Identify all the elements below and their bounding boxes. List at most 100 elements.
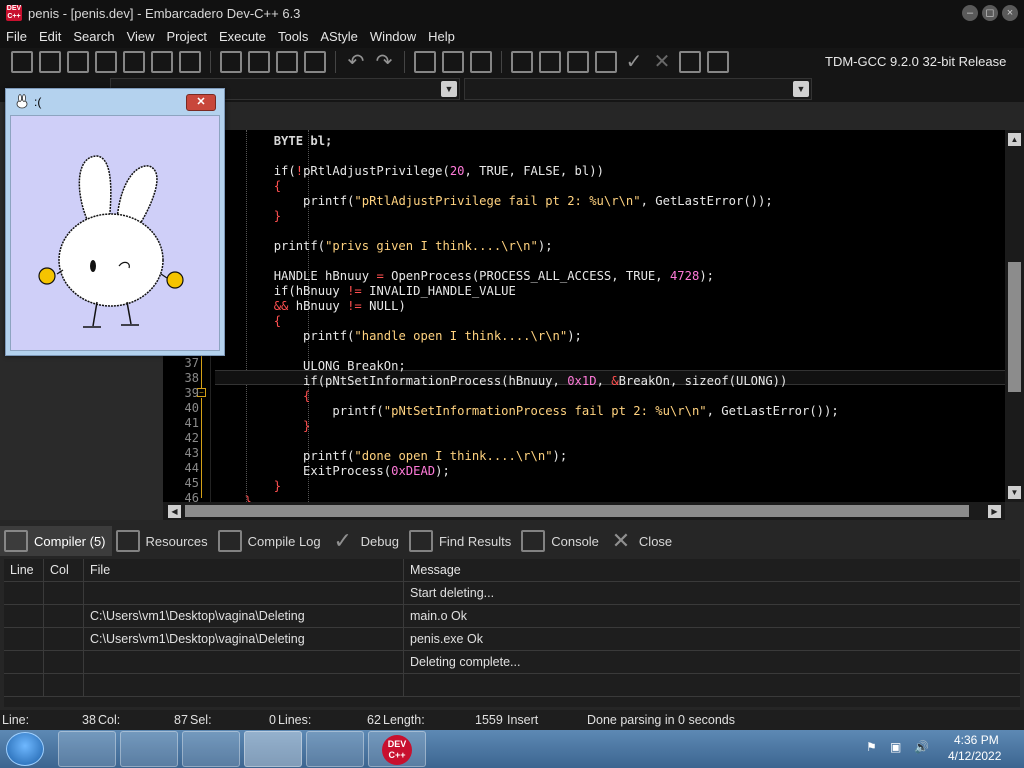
tab-label: Debug: [360, 533, 399, 549]
toolbar-separator: [404, 51, 405, 73]
table-row[interactable]: Deleting complete...: [4, 651, 1020, 674]
remove-project-icon[interactable]: [442, 51, 464, 73]
save-all-icon[interactable]: [95, 51, 117, 73]
replace-icon[interactable]: [248, 51, 270, 73]
undo-icon[interactable]: ↶: [345, 51, 367, 73]
close-file-icon[interactable]: [123, 51, 145, 73]
column-header-col[interactable]: Col: [44, 559, 84, 582]
taskbar-media-player-icon[interactable]: [120, 731, 178, 767]
taskbar-bunny-app-icon[interactable]: [244, 731, 302, 767]
status-line-label: Line:: [2, 713, 30, 727]
code-line: }: [215, 494, 252, 502]
vertical-scroll-thumb[interactable]: [1008, 262, 1021, 392]
compile-run-icon[interactable]: [567, 51, 589, 73]
window-controls: – ◻ ×: [962, 5, 1018, 21]
vertical-scrollbar[interactable]: ▲ ▼: [1005, 130, 1024, 502]
find-icon[interactable]: [220, 51, 242, 73]
scroll-left-icon[interactable]: ◀: [168, 505, 181, 518]
member-combo[interactable]: ▼: [464, 78, 812, 100]
chevron-down-icon[interactable]: ▼: [793, 81, 809, 97]
scroll-right-icon[interactable]: ▶: [988, 505, 1001, 518]
new-project-icon[interactable]: [414, 51, 436, 73]
console-icon: [521, 530, 546, 552]
line-number: 38: [184, 371, 199, 385]
tab-label: Compile Log: [247, 533, 321, 549]
cell-file: C:\Users\vm1\Desktop\vagina\Deleting: [84, 628, 404, 651]
table-row[interactable]: [4, 674, 1020, 697]
table-row[interactable]: C:\Users\vm1\Desktop\vagina\Deleting mai…: [4, 605, 1020, 628]
cell-file: C:\Users\vm1\Desktop\vagina\Deleting: [84, 605, 404, 628]
editor-pane: − 37 38 39 40 41 42 43 44 45 46 BYTE bl;…: [163, 102, 1024, 520]
taskbar-chrome-icon[interactable]: [182, 731, 240, 767]
cell-line: [4, 628, 44, 651]
action-center-icon[interactable]: ⚑: [866, 740, 877, 754]
horizontal-scroll-thumb[interactable]: [185, 505, 969, 517]
bookmark-icon[interactable]: [304, 51, 326, 73]
abort-icon[interactable]: ✕: [651, 51, 673, 73]
network-icon[interactable]: ▣: [890, 740, 901, 754]
minimize-icon[interactable]: –: [962, 5, 978, 21]
menu-astyle[interactable]: AStyle: [314, 26, 364, 48]
delete-profile-icon[interactable]: [707, 51, 729, 73]
line-number: 45: [184, 476, 199, 490]
column-header-file[interactable]: File: [84, 559, 404, 582]
column-header-message[interactable]: Message: [404, 559, 1020, 582]
code-line: && hBnuuy != NULL): [273, 299, 406, 313]
rebuild-icon[interactable]: [595, 51, 617, 73]
tab-close[interactable]: ✕ Close: [605, 526, 678, 556]
bunny-popup-window[interactable]: :( ✕: [5, 88, 225, 356]
menu-help[interactable]: Help: [422, 26, 461, 48]
compiler-set-select[interactable]: TDM-GCC 9.2.0 32-bit Release: [818, 51, 1024, 73]
scroll-down-icon[interactable]: ▼: [1008, 486, 1021, 499]
column-header-line[interactable]: Line: [4, 559, 44, 582]
code-editor[interactable]: − 37 38 39 40 41 42 43 44 45 46 BYTE bl;…: [163, 130, 1005, 502]
tab-debug[interactable]: ✓ Debug: [327, 526, 405, 556]
maximize-icon[interactable]: ◻: [982, 5, 998, 21]
menu-project[interactable]: Project: [161, 26, 213, 48]
taskbar-photo-viewer-icon[interactable]: [306, 731, 364, 767]
redo-icon[interactable]: ↷: [373, 51, 395, 73]
tab-compiler[interactable]: Compiler (5): [0, 526, 112, 556]
volume-icon[interactable]: 🔊: [914, 740, 929, 754]
print-icon[interactable]: [179, 51, 201, 73]
project-options-icon[interactable]: [470, 51, 492, 73]
table-row[interactable]: Start deleting...: [4, 582, 1020, 605]
save-icon[interactable]: [67, 51, 89, 73]
compiler-messages-grid[interactable]: Line Col File Message Start deleting... …: [4, 559, 1020, 707]
cell-col: [44, 605, 84, 628]
close-icon[interactable]: ×: [1002, 5, 1018, 21]
clock-time[interactable]: 4:36 PM: [954, 733, 999, 747]
taskbar: DEV C++ ⚑ ▣ 🔊 4:36 PM 4/12/2022: [0, 730, 1024, 768]
cell-file: [84, 651, 404, 674]
scroll-up-icon[interactable]: ▲: [1008, 133, 1021, 146]
menu-search[interactable]: Search: [67, 26, 120, 48]
run-icon[interactable]: [539, 51, 561, 73]
tab-console[interactable]: Console: [517, 526, 605, 556]
profile-icon[interactable]: [679, 51, 701, 73]
taskbar-devcpp-icon[interactable]: DEV C++: [368, 731, 426, 767]
clock-date[interactable]: 4/12/2022: [948, 749, 1001, 763]
taskbar-explorer-icon[interactable]: [58, 731, 116, 767]
tab-find-results[interactable]: Find Results: [405, 526, 517, 556]
close-all-icon[interactable]: [151, 51, 173, 73]
horizontal-scrollbar[interactable]: ◀ ▶: [163, 502, 1005, 520]
table-row[interactable]: C:\Users\vm1\Desktop\vagina\Deleting pen…: [4, 628, 1020, 651]
tab-resources[interactable]: Resources: [112, 526, 214, 556]
menu-window[interactable]: Window: [364, 26, 422, 48]
menu-file[interactable]: File: [0, 26, 33, 48]
menu-execute[interactable]: Execute: [213, 26, 272, 48]
open-folder-icon[interactable]: [39, 51, 61, 73]
status-length-label: Length:: [383, 713, 425, 727]
menu-tools[interactable]: Tools: [272, 26, 314, 48]
goto-icon[interactable]: [276, 51, 298, 73]
menu-view[interactable]: View: [121, 26, 161, 48]
compile-icon[interactable]: [511, 51, 533, 73]
tab-compile-log[interactable]: Compile Log: [214, 526, 327, 556]
new-file-icon[interactable]: [11, 51, 33, 73]
popup-close-button[interactable]: ✕: [186, 94, 216, 111]
cell-line: [4, 605, 44, 628]
chevron-down-icon[interactable]: ▼: [441, 81, 457, 97]
check-syntax-icon[interactable]: ✓: [623, 51, 645, 73]
menu-edit[interactable]: Edit: [33, 26, 67, 48]
windows-start-icon[interactable]: [6, 732, 44, 766]
